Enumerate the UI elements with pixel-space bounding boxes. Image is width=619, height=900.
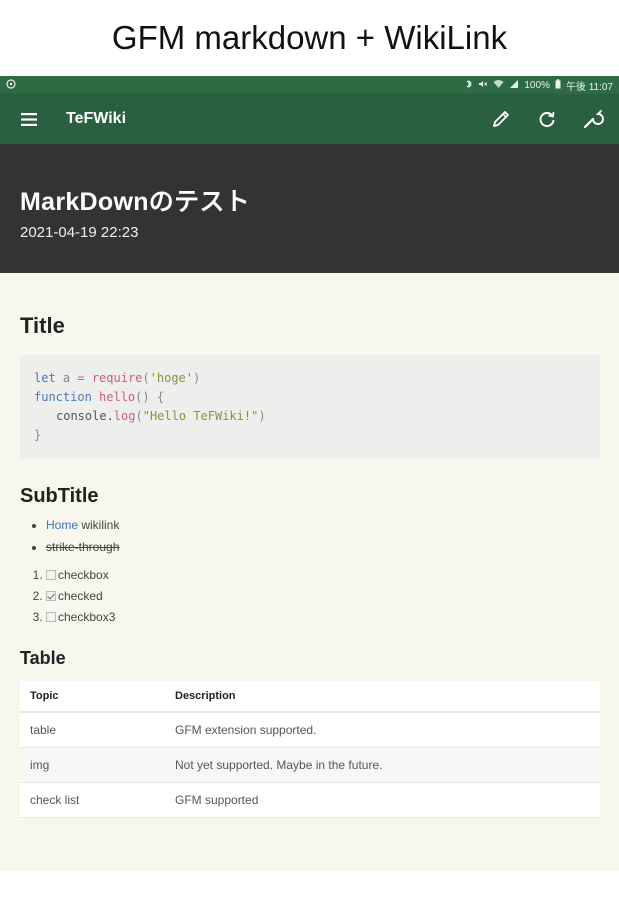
bluetooth-icon <box>465 79 473 92</box>
checklist-item: checkbox3 <box>46 610 600 624</box>
android-icon <box>6 78 16 92</box>
markdown-content: Title let a = require('hoge') function h… <box>0 273 619 871</box>
mute-icon <box>478 79 488 92</box>
heading-title: Title <box>20 313 65 338</box>
table-header: Description <box>165 681 600 713</box>
list-item: Home wikilink <box>46 518 600 532</box>
signal-icon <box>509 79 519 92</box>
bullet-list: Home wikilink strike-through <box>20 518 600 554</box>
heading-table: Table <box>20 648 66 668</box>
battery-level: 100% <box>524 79 550 91</box>
table-header: Topic <box>20 681 165 713</box>
markdown-table: Topic Description table GFM extension su… <box>20 681 600 818</box>
table-cell: Not yet supported. Maybe in the future. <box>165 747 600 783</box>
table-cell: table <box>20 712 165 748</box>
status-bar: 100% 午後 11:07 <box>0 76 619 94</box>
table-row: table GFM extension supported. <box>20 712 600 748</box>
wrench-icon[interactable] <box>581 107 605 131</box>
screenshot-caption: GFM markdown + WikiLink <box>111 19 508 56</box>
checkbox-checked[interactable] <box>46 591 56 601</box>
strike-text: strike-through <box>46 540 120 554</box>
code-line: let a = require('hoge') <box>34 371 201 385</box>
app-bar: TeFWiki <box>0 94 619 144</box>
battery-icon <box>555 78 561 92</box>
table-cell: check list <box>20 782 165 818</box>
table-header-row: Topic Description <box>20 681 600 713</box>
page-title: MarkDownのテスト <box>20 188 251 216</box>
table-cell: img <box>20 747 165 783</box>
checkbox[interactable] <box>46 612 56 622</box>
check-list: checkbox checked checkbox3 <box>20 568 600 624</box>
heading-subtitle: SubTitle <box>20 485 99 507</box>
table-row: img Not yet supported. Maybe in the futu… <box>20 747 600 783</box>
code-line: console.log("Hello TeFWiki!") <box>56 409 266 423</box>
clock: 午後 11:07 <box>565 81 613 93</box>
table-cell: GFM supported <box>165 782 600 818</box>
checkbox[interactable] <box>46 570 56 580</box>
refresh-icon[interactable] <box>535 107 559 131</box>
list-item: strike-through <box>46 540 600 554</box>
table-row: check list GFM supported <box>20 782 600 818</box>
table-cell: GFM extension supported. <box>165 712 600 748</box>
checklist-item: checked <box>46 589 600 603</box>
code-line: function hello() { <box>34 390 165 404</box>
pencil-icon[interactable] <box>489 107 513 131</box>
wikilink-home[interactable]: Home <box>46 518 78 532</box>
checklist-item: checkbox <box>46 568 600 582</box>
app-title: TeFWiki <box>66 110 127 127</box>
page-date: 2021-04-19 22:23 <box>20 224 139 241</box>
page-header: MarkDownのテスト 2021-04-19 22:23 <box>0 144 619 273</box>
code-block: let a = require('hoge') function hello()… <box>20 355 600 459</box>
menu-icon[interactable] <box>18 108 40 130</box>
code-line: } <box>34 428 42 442</box>
wifi-icon <box>493 79 504 92</box>
